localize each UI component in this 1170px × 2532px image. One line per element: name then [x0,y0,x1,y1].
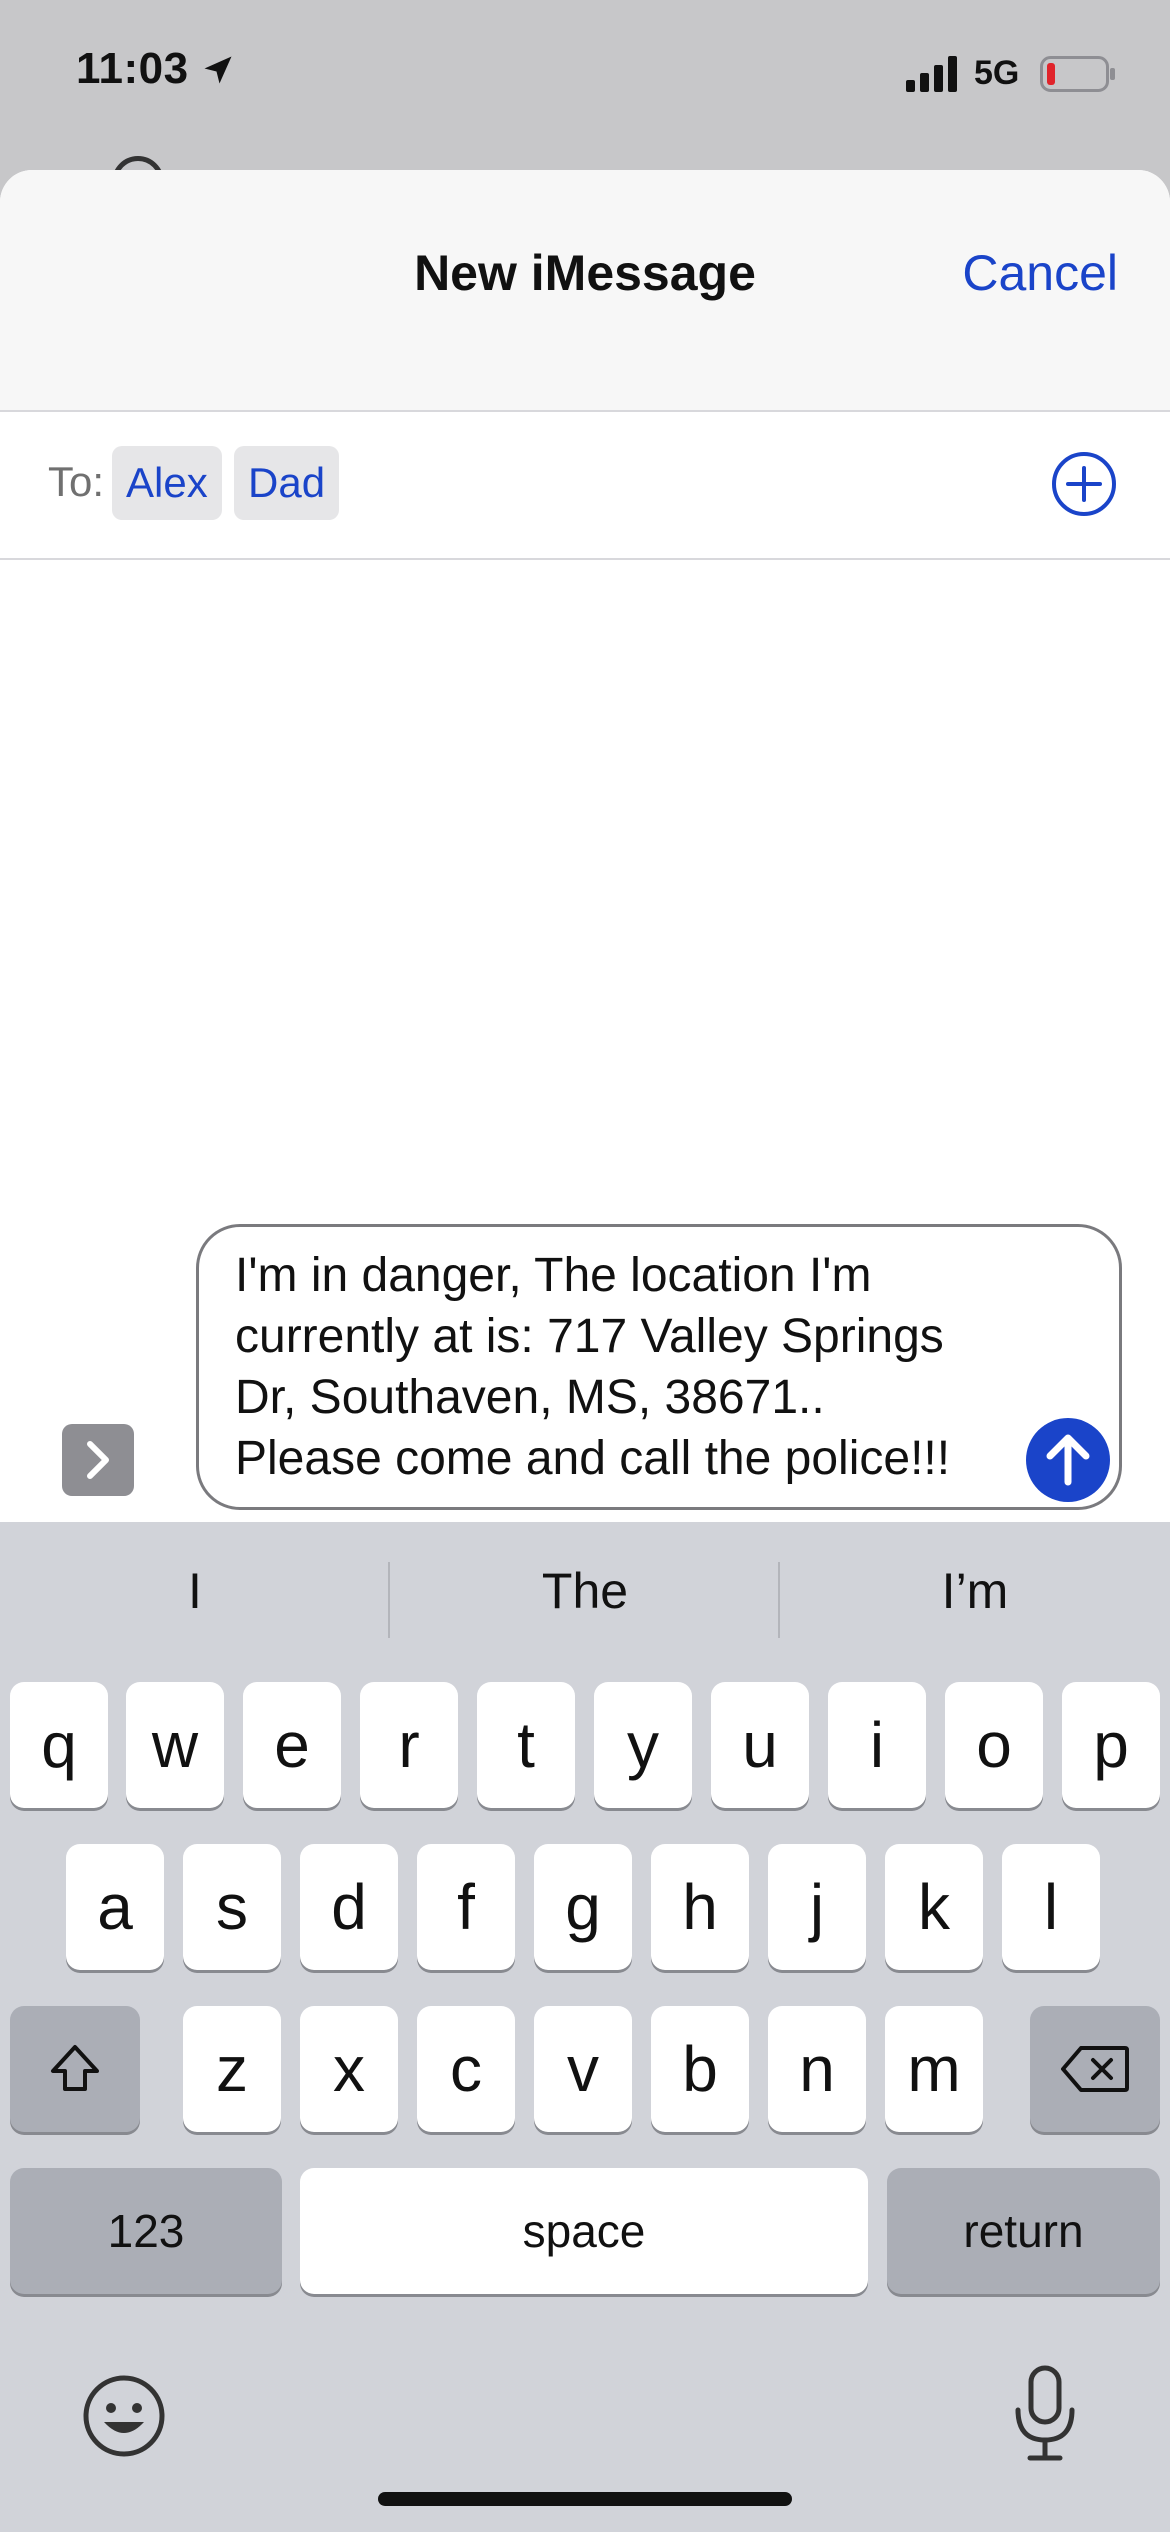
sheet-header: New iMessage Cancel [0,170,1170,412]
home-indicator[interactable] [378,2492,792,2506]
status-bar: 11:03 5G [0,0,1170,150]
chevron-right-icon [87,1441,109,1479]
key-p[interactable]: p [1062,1682,1160,1808]
send-button[interactable] [1026,1418,1110,1502]
key-d[interactable]: d [300,1844,398,1970]
key-f[interactable]: f [417,1844,515,1970]
key-t[interactable]: t [477,1682,575,1808]
key-j[interactable]: j [768,1844,866,1970]
add-recipient-icon[interactable] [1050,450,1118,518]
to-label: To: [48,458,105,505]
shift-arrow-icon [51,2045,99,2091]
backspace-icon [1061,2046,1129,2092]
numbers-key[interactable]: 123 [10,2168,282,2294]
key-u[interactable]: u [711,1682,809,1808]
recipients-field[interactable]: To: Alex Dad [0,412,1170,560]
return-key[interactable]: return [887,2168,1160,2294]
delete-key[interactable] [1030,2006,1160,2132]
predictive-bar: I The I’m [0,1522,1170,1676]
location-arrow-icon [204,56,232,84]
suggestion-3[interactable]: I’m [780,1562,1170,1620]
battery-low-icon [1040,56,1115,92]
key-e[interactable]: e [243,1682,341,1808]
message-text: I'm in danger, The location I'm currentl… [235,1249,951,1485]
key-a[interactable]: a [66,1844,164,1970]
key-l[interactable]: l [1002,1844,1100,1970]
key-r[interactable]: r [360,1682,458,1808]
recipient-chip-dad[interactable]: Dad [234,446,340,520]
key-x[interactable]: x [300,2006,398,2132]
message-input[interactable]: I'm in danger, The location I'm currentl… [196,1224,1122,1510]
suggestion-2[interactable]: The [390,1562,780,1620]
suggestion-1[interactable]: I [0,1562,390,1620]
key-q[interactable]: q [10,1682,108,1808]
key-c[interactable]: c [417,2006,515,2132]
key-o[interactable]: o [945,1682,1043,1808]
cellular-signal-icon [906,56,957,92]
status-time: 11:03 [76,44,189,93]
emoji-icon[interactable] [80,2372,168,2460]
arrow-up-icon [1046,1434,1090,1486]
recipient-chip-alex[interactable]: Alex [112,446,222,520]
key-w[interactable]: w [126,1682,224,1808]
key-n[interactable]: n [768,2006,866,2132]
space-key[interactable]: space [300,2168,868,2294]
key-m[interactable]: m [885,2006,983,2132]
shift-key[interactable] [10,2006,140,2132]
key-z[interactable]: z [183,2006,281,2132]
key-s[interactable]: s [183,1844,281,1970]
cancel-button[interactable]: Cancel [962,244,1118,302]
screen: 11:03 5G New iMessage Cancel To: Alex Da… [0,0,1170,2532]
app-drawer-toggle-button[interactable] [62,1424,134,1496]
key-g[interactable]: g [534,1844,632,1970]
network-type: 5G [974,54,1020,92]
microphone-icon[interactable] [1010,2364,1080,2464]
key-k[interactable]: k [885,1844,983,1970]
keyboard: I The I’m q w e r t y u i o p a s d f g … [0,1522,1170,2532]
key-i[interactable]: i [828,1682,926,1808]
key-h[interactable]: h [651,1844,749,1970]
key-y[interactable]: y [594,1682,692,1808]
key-b[interactable]: b [651,2006,749,2132]
key-v[interactable]: v [534,2006,632,2132]
